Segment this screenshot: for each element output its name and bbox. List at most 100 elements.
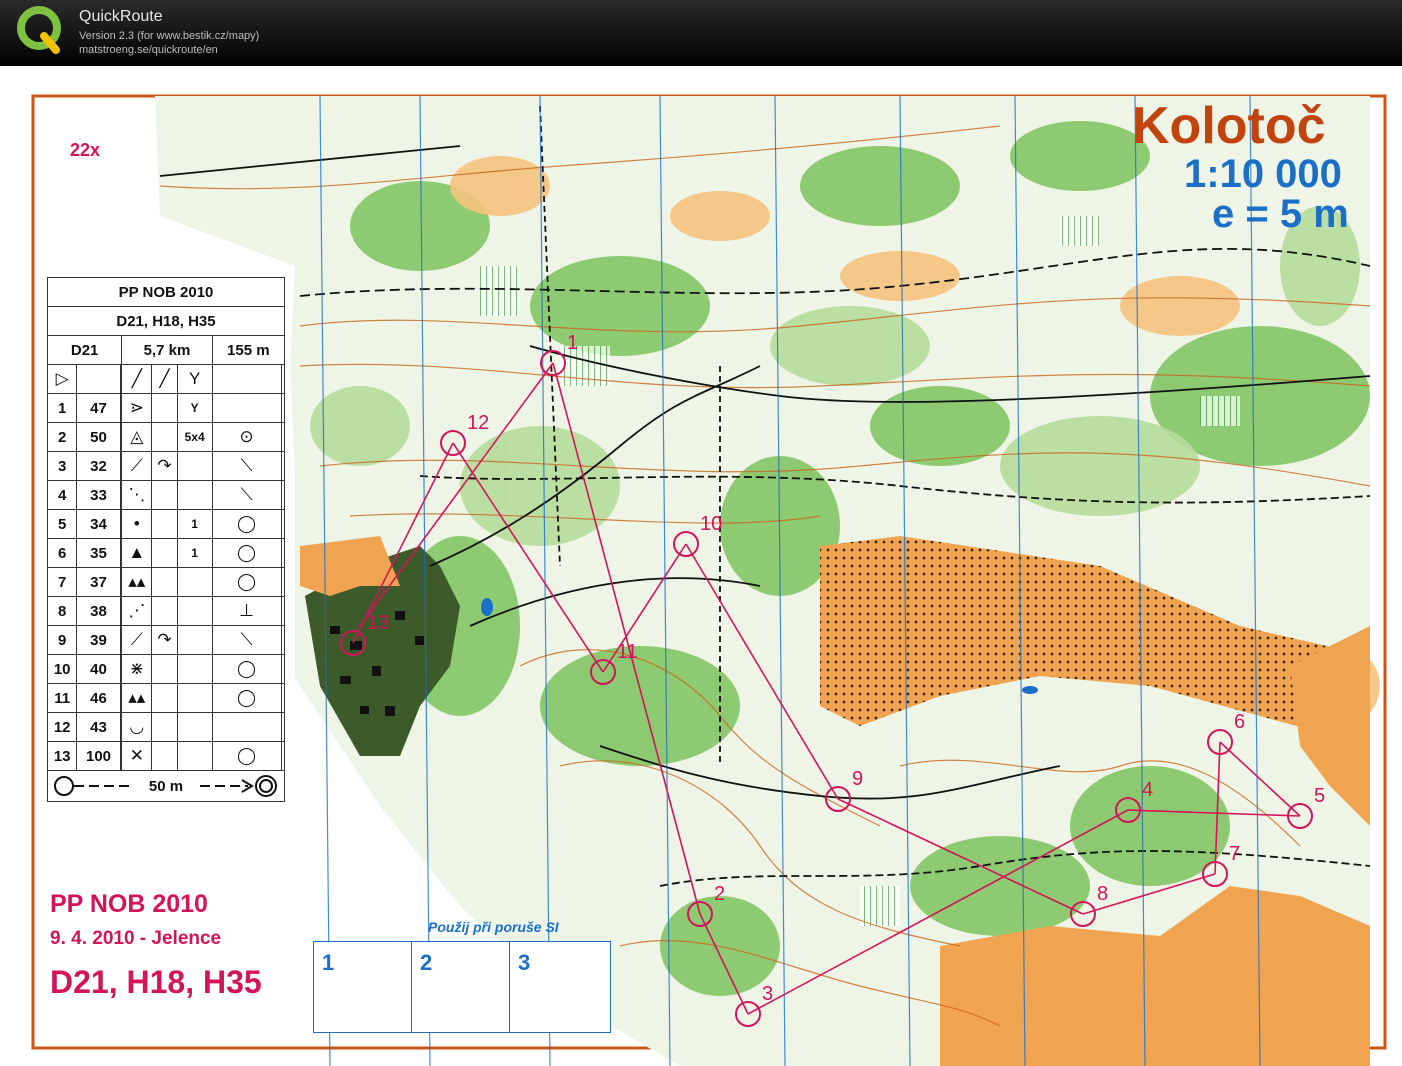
desc-control-rows: 1 47 ⋗ Y 2 50 ◬ 5x4 ⊙ 3 32 ⟋ ↷ ⟍ 4 33 ⋱ ⟍ 5 34 • 1 ◯ 6 35 ▲ 1 ◯ 7 37 ▴… <box>46 393 285 771</box>
desc-cell-d: ⟋ <box>121 451 153 481</box>
desc-control-row: 5 34 • 1 ◯ <box>46 509 285 539</box>
desc-cell-e <box>151 741 178 771</box>
desc-cell-h <box>280 567 285 597</box>
desc-cell-e: ↷ <box>151 451 178 481</box>
desc-cell-g: ◯ <box>211 509 282 539</box>
contour-interval: e = 5 m <box>1212 192 1349 236</box>
desc-cell-f: Y <box>176 393 213 423</box>
desc-cell-g: ⊙ <box>211 422 282 452</box>
desc-control-row: 4 33 ⋱ ⟍ <box>46 480 285 510</box>
desc-cell-d: ⋰ <box>121 596 153 626</box>
desc-start-cell: Y <box>176 364 213 394</box>
desc-cell-g: ◯ <box>211 538 282 568</box>
control-number: 6 <box>1234 711 1245 733</box>
desc-cell-h <box>280 741 285 771</box>
desc-cell-e <box>151 393 178 423</box>
backup-box-3: 3 <box>518 950 531 975</box>
desc-cell-g: ◯ <box>211 567 282 597</box>
desc-cell-code: 37 <box>76 567 121 597</box>
desc-cell-n: 13 <box>46 741 78 771</box>
desc-cell-e <box>151 480 178 510</box>
desc-cell-n: 10 <box>46 654 78 684</box>
desc-length: 5,7 km <box>121 335 213 365</box>
desc-cell-code: 33 <box>76 480 121 510</box>
desc-cell-g: ⟍ <box>211 625 282 655</box>
desc-start-cell <box>211 364 282 394</box>
desc-cell-code: 100 <box>76 741 121 771</box>
desc-cell-g: ⟍ <box>211 451 282 481</box>
desc-cell-e <box>151 422 178 452</box>
desc-cell-h <box>280 625 285 655</box>
control-number: 11 <box>617 641 638 663</box>
control-number: 5 <box>1314 785 1325 807</box>
control-description-sheet: PP NOB 2010 D21, H18, H35 D21 5,7 km 155… <box>46 277 286 802</box>
desc-cell-h <box>280 538 285 568</box>
desc-cell-h <box>280 422 285 452</box>
desc-cell-g <box>211 712 282 742</box>
control-number: 8 <box>1097 883 1108 905</box>
desc-cell-d: ◡ <box>121 712 153 742</box>
desc-control-row: 1 47 ⋗ Y <box>46 393 285 423</box>
control-number: 4 <box>1142 779 1153 801</box>
app-version: Version 2.3 (for www.bestik.cz/mapy) <box>79 30 260 42</box>
desc-cell-e <box>151 538 178 568</box>
desc-cell-h <box>280 683 285 713</box>
desc-cell-e <box>151 683 178 713</box>
desc-cell-h <box>280 480 285 510</box>
desc-cell-n: 3 <box>46 451 78 481</box>
desc-cell-code: 50 <box>76 422 121 452</box>
map-canvas[interactable]: 1 2 3 4 5 6 7 8 9 10 11 12 13 22x Kolotoč 1:10 000 e… <box>0 66 1402 1066</box>
desc-cell-d: ✕ <box>121 741 153 771</box>
finish-distance: 50 m <box>148 777 184 795</box>
desc-cell-n: 6 <box>46 538 78 568</box>
desc-cell-e <box>151 509 178 539</box>
desc-cell-f <box>176 625 213 655</box>
desc-cell-d: ⟋ <box>121 625 153 655</box>
desc-cell-n: 4 <box>46 480 78 510</box>
desc-cell-n: 8 <box>46 596 78 626</box>
backup-punch-boxes: 1 2 3 <box>313 941 611 1033</box>
desc-cell-code: 38 <box>76 596 121 626</box>
desc-cell-f <box>176 741 213 771</box>
event-title: PP NOB 2010 <box>50 890 208 918</box>
backup-box-1: 1 <box>314 942 412 1032</box>
control-number: 2 <box>714 883 725 905</box>
map-title: Kolotoč <box>1132 97 1326 155</box>
desc-cell-f <box>176 567 213 597</box>
title-bar: QuickRoute Version 2.3 (for www.bestik.c… <box>0 0 1402 62</box>
desc-cell-f <box>176 654 213 684</box>
desc-cell-h <box>280 712 285 742</box>
map-corner-label: 22x <box>70 140 101 160</box>
desc-control-row: 13 100 ✕ ◯ <box>46 741 285 771</box>
desc-cell-e <box>151 712 178 742</box>
control-number: 13 <box>367 612 389 634</box>
desc-cell-g: ⟍ <box>211 480 282 510</box>
desc-cell-code: 46 <box>76 683 121 713</box>
app-name: QuickRoute <box>79 8 163 25</box>
desc-cell-n: 1 <box>46 393 78 423</box>
desc-cell-d: ▲ <box>121 538 153 568</box>
desc-cell-f: 1 <box>176 509 213 539</box>
desc-cell-e: ↷ <box>151 625 178 655</box>
desc-cell-code: 35 <box>76 538 121 568</box>
desc-cell-h <box>280 596 285 626</box>
desc-control-row: 8 38 ⋰ ⊥ <box>46 596 285 626</box>
quickroute-logo-icon <box>17 6 61 54</box>
desc-start-cell: ╱ <box>151 364 178 394</box>
desc-cell-h <box>280 393 285 423</box>
desc-cell-g: ◯ <box>211 741 282 771</box>
desc-start-cell <box>76 364 121 394</box>
desc-climb: 155 m <box>211 335 286 365</box>
desc-start-cell: ╱ <box>121 364 153 394</box>
desc-cell-f: 5x4 <box>176 422 213 452</box>
desc-cell-f <box>176 596 213 626</box>
desc-cell-e <box>151 654 178 684</box>
desc-start-cell <box>280 364 285 394</box>
desc-cell-n: 2 <box>46 422 78 452</box>
desc-cell-f <box>176 451 213 481</box>
desc-cell-n: 9 <box>46 625 78 655</box>
desc-cell-g: ⊥ <box>211 596 282 626</box>
desc-cell-d: ▴▴ <box>121 683 153 713</box>
desc-finish-row: 50 m <box>47 770 285 802</box>
backup-punch-label: Použij při poruše SI <box>428 919 559 935</box>
